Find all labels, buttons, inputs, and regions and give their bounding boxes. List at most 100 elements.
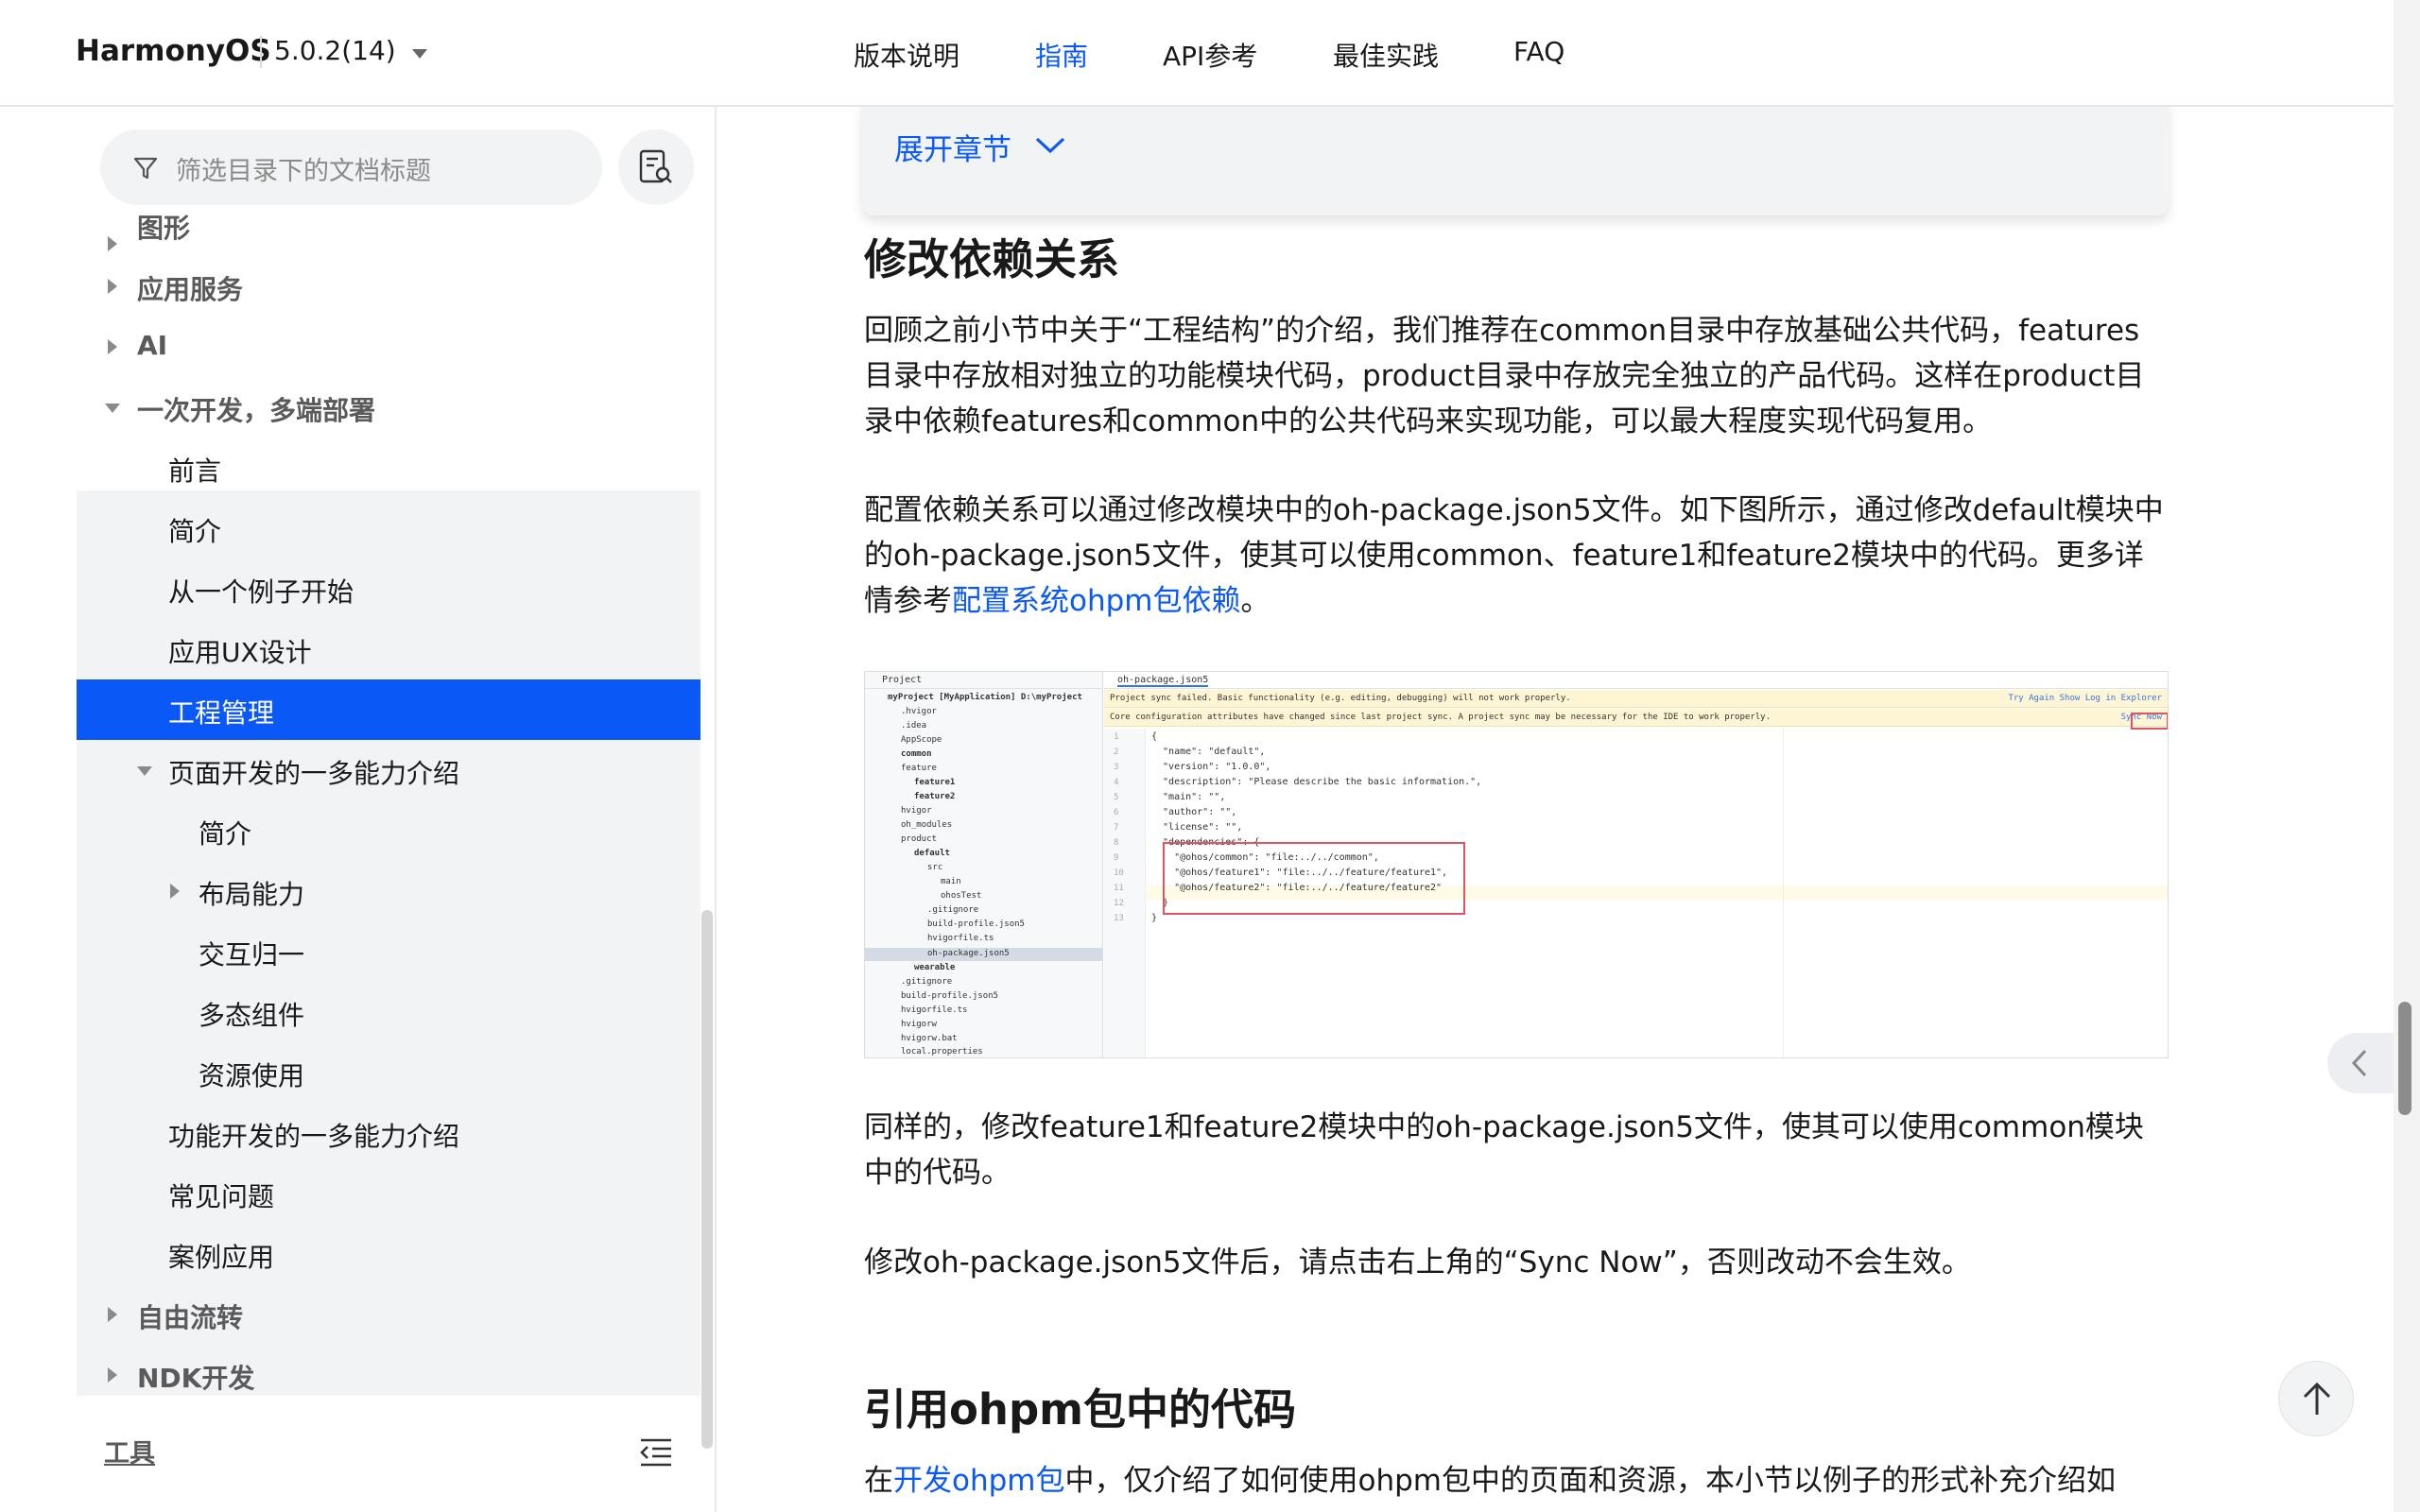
ide-project-panel: Project myProject [MyApplication] D:\myP… xyxy=(865,672,1103,1057)
tree-item-cases[interactable]: 案例应用 xyxy=(77,1224,700,1284)
arrow-right-icon xyxy=(108,1307,117,1322)
ide-tree-row: build-profile.json5 xyxy=(927,919,1025,929)
tree-item-polymorphic[interactable]: 多态组件 xyxy=(77,982,700,1042)
tree-item-label: 一次开发，多端部署 xyxy=(137,395,376,426)
ide-tree-row: oh-package.json5 xyxy=(927,949,1010,958)
tree-item-example[interactable]: 从一个例子开始 xyxy=(77,558,700,619)
tree-item-label: 常见问题 xyxy=(168,1181,275,1212)
paragraph-ohpm-intro: 在开发ohpm包中，仅介绍了如何使用ohpm包中的页面和资源，本小节以例子的形式… xyxy=(864,1458,2169,1503)
chevron-down-icon xyxy=(1035,137,1065,154)
filter-input[interactable]: 筛选目录下的文档标题 xyxy=(100,129,602,205)
ide-banner-links: Try Again Show Log in Explorer xyxy=(2008,694,2162,703)
sidebar-scrollbar[interactable] xyxy=(701,910,713,1449)
tree-item-label: 从一个例子开始 xyxy=(168,576,354,608)
tree-item-label: 简介 xyxy=(199,818,252,850)
paragraph-text: 中，仅介绍了如何使用ohpm包中的页面和资源，本小节以例子的形式补充介绍如 xyxy=(1064,1464,2117,1498)
arrow-right-icon xyxy=(108,236,117,251)
nav-api-reference[interactable]: API参考 xyxy=(1163,36,1257,74)
ide-tree-row: default xyxy=(914,849,950,858)
caret-down-icon[interactable] xyxy=(412,49,427,59)
tree-item-label: 工程管理 xyxy=(168,697,275,729)
tree-item-label: 简介 xyxy=(168,516,222,547)
arrow-down-icon xyxy=(137,766,152,776)
tree-item-label: 多态组件 xyxy=(199,1000,305,1031)
tree-item-free-flow[interactable]: 自由流转 xyxy=(77,1284,700,1345)
ide-margin-guide xyxy=(1783,729,1784,1057)
collapse-sidebar-icon[interactable] xyxy=(639,1437,673,1468)
doc-search-button[interactable] xyxy=(618,129,694,205)
ide-tree-row: .gitignore xyxy=(901,977,953,987)
tree-item-ux-design[interactable]: 应用UX设计 xyxy=(77,619,700,679)
ide-tree-row: src xyxy=(927,863,943,872)
ide-line-number: 2 xyxy=(1114,747,1119,757)
ide-project-header: Project xyxy=(865,672,1103,689)
link-develop-ohpm[interactable]: 开发ohpm包 xyxy=(893,1464,1065,1498)
version-selector[interactable]: 5.0.2(14) xyxy=(274,35,396,66)
ide-banner-text: Project sync failed. Basic functionality… xyxy=(1110,694,1571,703)
ide-line-number: 9 xyxy=(1114,853,1119,863)
ide-dependencies-highlight xyxy=(1163,842,1465,915)
tree-item-preface[interactable]: 前言 xyxy=(77,438,700,498)
brand-divider xyxy=(260,36,262,68)
ide-tree-row: build-profile.json5 xyxy=(901,991,998,1001)
tree-item-layout[interactable]: 布局能力 xyxy=(77,861,700,921)
tree-item-label: 功能开发的一多能力介绍 xyxy=(168,1121,460,1152)
paragraph-project-structure: 回顾之前小节中关于“工程结构”的介绍，我们推荐在common目录中存放基础公共代… xyxy=(864,314,2145,438)
ide-code-line: "license": "", xyxy=(1151,822,1243,833)
nav-release-notes[interactable]: 版本说明 xyxy=(854,36,959,74)
ide-tab-label: oh-package.json5 xyxy=(1117,675,1209,687)
tree-item-label: 前言 xyxy=(168,455,222,487)
ide-code-line: } xyxy=(1151,913,1158,923)
tree-item-ndk[interactable]: NDK开发 xyxy=(77,1345,700,1405)
tree-item-label: 应用服务 xyxy=(137,274,244,305)
arrow-up-icon xyxy=(2303,1382,2331,1415)
tree-item-label: 页面开发的一多能力介绍 xyxy=(168,758,460,789)
tree-item-app-services[interactable]: 应用服务 xyxy=(77,256,700,317)
arrow-right-icon xyxy=(108,279,117,294)
tree-item-resources[interactable]: 资源使用 xyxy=(77,1042,700,1103)
tree-item-interaction[interactable]: 交互归一 xyxy=(77,921,700,982)
filter-placeholder: 筛选目录下的文档标题 xyxy=(176,157,431,186)
tree-item-label: 案例应用 xyxy=(168,1242,275,1273)
paragraph-text: 。 xyxy=(1240,584,1270,618)
ide-tree-row: feature xyxy=(901,764,937,773)
tree-item-ai[interactable]: AI xyxy=(77,317,700,377)
brand-logo[interactable]: HarmonyOS xyxy=(76,34,271,68)
page-scrollbar[interactable] xyxy=(2398,1002,2411,1115)
tree-item-label: 布局能力 xyxy=(199,879,305,910)
tree-item-page-dev-intro[interactable]: 简介 xyxy=(77,800,700,861)
tree-item-label: NDK开发 xyxy=(137,1363,255,1394)
filter-icon xyxy=(133,157,158,180)
link-config-ohpm-deps[interactable]: 配置系统ohpm包依赖 xyxy=(952,584,1241,618)
ide-tree-row: product xyxy=(901,834,937,844)
tree-item-one-dev-multi-deploy[interactable]: 一次开发，多端部署 xyxy=(77,377,700,438)
tree-item-label: 应用UX设计 xyxy=(168,637,312,668)
page-scrollbar-track xyxy=(2394,0,2420,1512)
nav-best-practices[interactable]: 最佳实践 xyxy=(1333,36,1439,74)
toc-toggle-button[interactable] xyxy=(2327,1033,2394,1093)
nav-guide[interactable]: 指南 xyxy=(1035,36,1088,74)
tree-item-faq[interactable]: 常见问题 xyxy=(77,1163,700,1224)
doc-tree: 图形 应用服务 AI 一次开发，多端部署 前言 简介 从一个例子开始 应用UX设… xyxy=(77,214,700,1442)
tree-item-intro[interactable]: 简介 xyxy=(77,498,700,558)
paragraph-text: 在 xyxy=(864,1464,893,1498)
top-header: HarmonyOS 5.0.2(14) 版本说明 指南 API参考 最佳实践 F… xyxy=(0,0,2394,107)
nav-faq[interactable]: FAQ xyxy=(1513,36,1564,67)
paragraph-sync-now: 修改oh-package.json5文件后，请点击右上角的“Sync Now”，… xyxy=(864,1246,1971,1280)
ide-line-number: 13 xyxy=(1114,914,1124,923)
tree-item-function-dev[interactable]: 功能开发的一多能力介绍 xyxy=(77,1103,700,1163)
ide-tree-row: wearable xyxy=(914,963,956,972)
sidebar: 筛选目录下的文档标题 图形 应用服务 AI 一次开发，多端部署 前言 简介 从一… xyxy=(0,107,717,1512)
ide-line-number: 5 xyxy=(1114,793,1119,802)
back-to-top-button[interactable] xyxy=(2278,1361,2354,1436)
ide-tree-row: hvigorw xyxy=(901,1020,937,1029)
tree-item-page-dev[interactable]: 页面开发的一多能力介绍 xyxy=(77,740,700,800)
ide-line-number: 10 xyxy=(1114,868,1124,878)
ide-line-number: 3 xyxy=(1114,763,1119,772)
tree-item-project-management[interactable]: 工程管理 xyxy=(77,679,700,740)
tools-link[interactable]: 工具 xyxy=(104,1433,155,1469)
ide-line-number: 6 xyxy=(1114,808,1119,817)
expand-chapters-card[interactable]: 展开章节 xyxy=(862,107,2169,215)
ide-tree-row: .idea xyxy=(901,721,927,730)
paragraph-config-deps: 配置依赖关系可以通过修改模块中的oh-package.json5文件。如下图所示… xyxy=(864,488,2169,624)
